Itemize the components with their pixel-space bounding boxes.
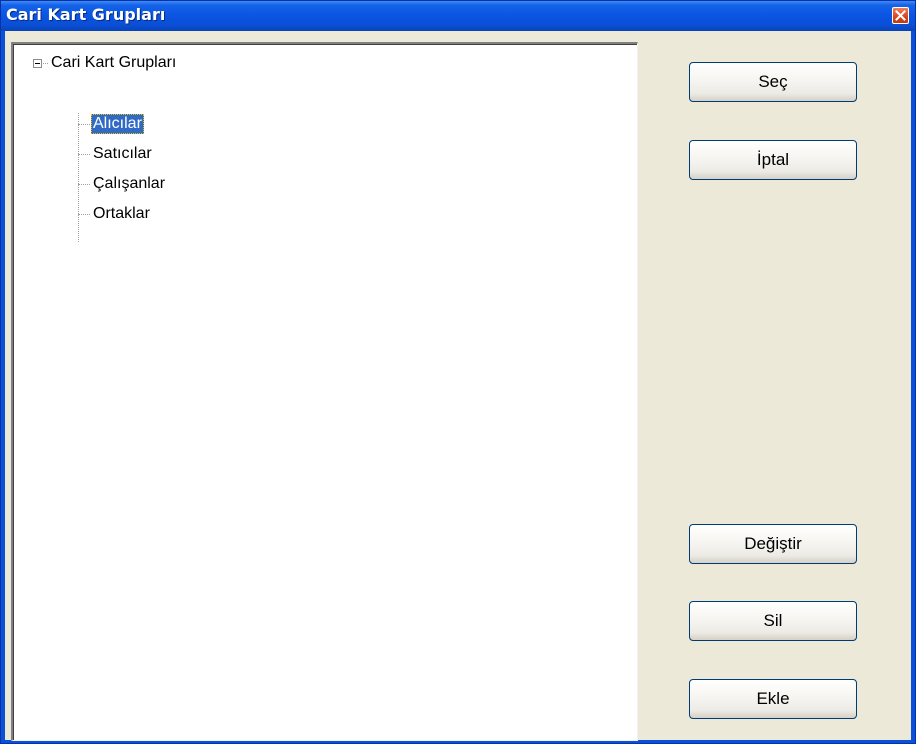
tree-connector (78, 154, 90, 155)
edit-button[interactable]: Değiştir (689, 524, 857, 564)
select-button[interactable]: Seç (689, 62, 857, 102)
tree-item-alicilar[interactable]: Alıcılar (78, 113, 258, 135)
cancel-button[interactable]: İptal (689, 140, 857, 180)
tree-item-label[interactable]: Çalışanlar (91, 174, 167, 194)
dialog-window: Cari Kart Grupları Cari Kart Grupları Al… (0, 0, 916, 744)
group-tree-view[interactable]: Cari Kart Grupları Alıcılar Satıcılar Ça… (11, 42, 638, 741)
tree-item-label[interactable]: Ortaklar (91, 204, 152, 224)
delete-button[interactable]: Sil (689, 601, 857, 641)
tree-connector (78, 214, 90, 215)
tree-root-label[interactable]: Cari Kart Grupları (49, 53, 178, 73)
close-icon (895, 10, 906, 21)
tree-connector (78, 184, 90, 185)
tree-item-calisanlar[interactable]: Çalışanlar (78, 173, 258, 195)
close-button[interactable] (892, 7, 909, 24)
title-bar[interactable]: Cari Kart Grupları (1, 1, 915, 31)
dialog-content: Cari Kart Grupları Alıcılar Satıcılar Ça… (5, 31, 911, 741)
tree-item-ortaklar[interactable]: Ortaklar (78, 203, 258, 225)
tree-connector (43, 63, 48, 64)
tree-item-saticilar[interactable]: Satıcılar (78, 143, 258, 165)
add-button[interactable]: Ekle (689, 679, 857, 719)
tree-item-label[interactable]: Alıcılar (91, 114, 144, 134)
window-title: Cari Kart Grupları (6, 5, 166, 24)
collapse-minus-icon[interactable] (33, 59, 42, 68)
tree-item-label[interactable]: Satıcılar (91, 144, 154, 164)
tree-connector (78, 124, 90, 125)
